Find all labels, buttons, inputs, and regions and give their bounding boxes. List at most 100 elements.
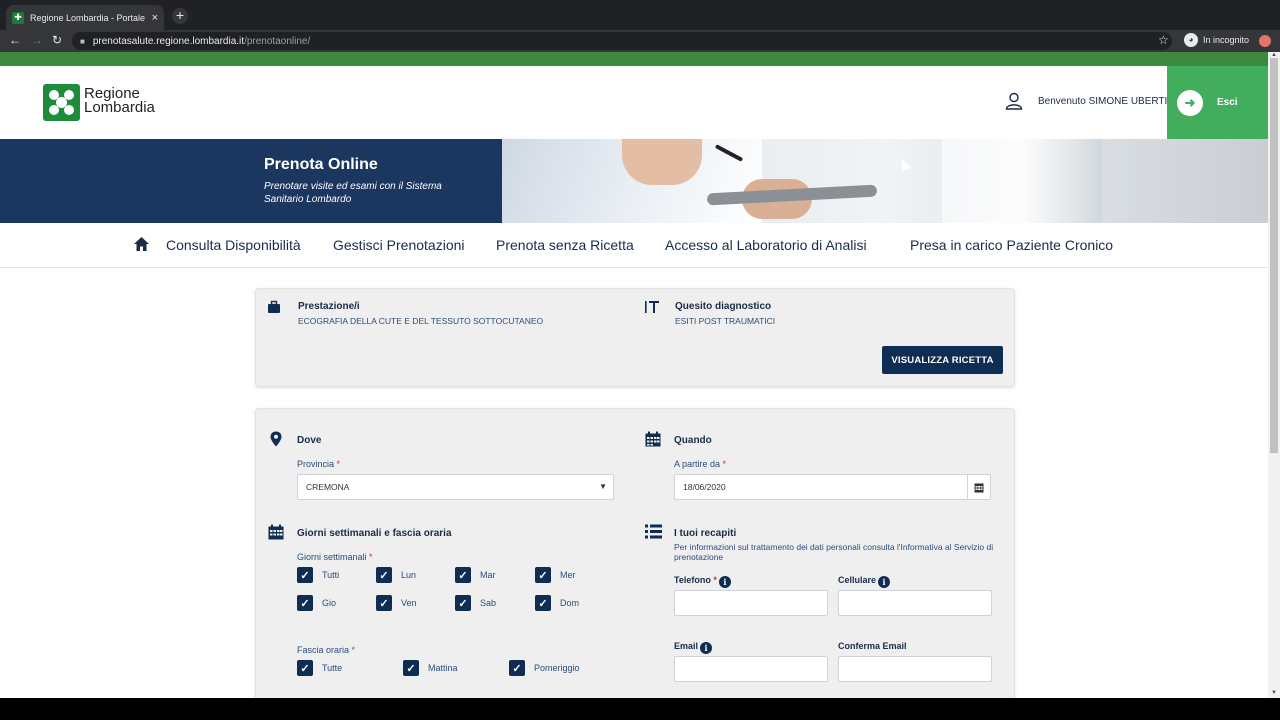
back-arrow-icon[interactable]: ←	[9, 33, 21, 47]
check-icon: ✓	[455, 595, 471, 611]
privacy-notice[interactable]: Per informazioni sul trattamento dei dat…	[674, 542, 994, 562]
checkbox-mar[interactable]: ✓ Mar	[455, 567, 496, 583]
checkbox-gio[interactable]: ✓ Gio	[297, 595, 336, 611]
browser-tab[interactable]: ✚ Regione Lombardia - Portale Prenota On…	[6, 5, 164, 30]
calendar-week-icon	[268, 524, 284, 540]
check-icon: ✓	[376, 595, 392, 611]
check-icon: ✓	[297, 660, 313, 676]
checkbox-mattina[interactable]: ✓ Mattina	[403, 660, 458, 676]
email-input[interactable]	[674, 656, 828, 682]
info-icon[interactable]: i	[700, 642, 713, 654]
calendar-small-icon	[974, 483, 984, 492]
quesito-title: Quesito diagnostico	[675, 301, 772, 312]
incognito-icon: ◕	[1184, 33, 1198, 47]
conferma-email-label: Conferma Email	[838, 641, 907, 651]
check-icon: ✓	[376, 567, 392, 583]
info-icon[interactable]: i	[718, 576, 731, 588]
scrollbar-thumb[interactable]	[1270, 58, 1278, 453]
fascia-label: Fascia oraria *	[297, 645, 356, 655]
logout-label: Esci	[1217, 97, 1238, 108]
briefcase-icon	[268, 300, 280, 313]
home-icon[interactable]	[133, 236, 150, 252]
page-viewport: Regione Lombardia Benvenuto SIMONE UBERT…	[0, 52, 1268, 698]
logout-icon: ➜	[1177, 89, 1203, 116]
datepicker-button[interactable]	[967, 475, 990, 499]
email-label: Email i	[674, 641, 713, 654]
prestazione-title: Prestazione/i	[298, 301, 360, 312]
page-scrollbar[interactable]: ▲ ▼	[1268, 52, 1280, 698]
banner-text-panel: Prenota Online Prenotare visite ed esami…	[0, 139, 502, 223]
checkbox-tutte[interactable]: ✓ Tutte	[297, 660, 342, 676]
checkbox-mer[interactable]: ✓ Mer	[535, 567, 576, 583]
checkbox-tutti[interactable]: ✓ Tutti	[297, 567, 339, 583]
nav-accesso-laboratorio[interactable]: Accesso al Laboratorio di Analisi	[665, 237, 867, 253]
check-icon: ✓	[297, 595, 313, 611]
url-path: /prenotaonline/	[244, 35, 311, 47]
check-icon: ✓	[403, 660, 419, 676]
logout-button[interactable]: ➜ Esci	[1167, 66, 1268, 139]
prestazione-value: ECOGRAFIA DELLA CUTE E DEL TESSUTO SOTTO…	[298, 316, 544, 326]
checkbox-ven[interactable]: ✓ Ven	[376, 595, 417, 611]
check-icon: ✓	[535, 595, 551, 611]
tab-title: Regione Lombardia - Portale Prenota Onli…	[29, 12, 148, 23]
checkbox-pomeriggio[interactable]: ✓ Pomeriggio	[509, 660, 580, 676]
close-tab-icon[interactable]: ×	[152, 12, 158, 24]
provincia-label: Provincia *	[297, 459, 341, 469]
check-icon: ✓	[509, 660, 525, 676]
info-icon[interactable]: i	[878, 576, 891, 588]
list-icon	[645, 524, 662, 539]
chevron-down-icon: ▼	[599, 482, 607, 491]
checkbox-lun[interactable]: ✓ Lun	[376, 567, 416, 583]
banner-doctor-image	[502, 139, 1268, 223]
visualizza-ricetta-button[interactable]: VISUALIZZA RICETTA	[882, 346, 1003, 374]
telefono-label: Telefono * i	[674, 575, 731, 588]
checkbox-dom[interactable]: ✓ Dom	[535, 595, 579, 611]
scroll-down-icon[interactable]: ▼	[1270, 690, 1278, 696]
url-host: prenotasalute.regione.lombardia.it	[92, 35, 245, 47]
nav-prenota-senza-ricetta[interactable]: Prenota senza Ricetta	[496, 237, 634, 253]
nav-gestisci-prenotazioni[interactable]: Gestisci Prenotazioni	[333, 237, 465, 253]
main-content: Prestazione/i ECOGRAFIA DELLA CUTE E DEL…	[0, 268, 1268, 698]
dove-title: Dove	[297, 435, 322, 446]
quesito-value: ESITI POST TRAUMATICI	[675, 316, 776, 326]
check-icon: ✓	[297, 567, 313, 583]
banner-title: Prenota Online	[264, 156, 378, 173]
nav-paziente-cronico[interactable]: Presa in carico Paziente Cronico	[910, 237, 1113, 253]
logo-line2: Lombardia	[84, 99, 155, 116]
cellulare-label: Cellulare i	[838, 575, 891, 588]
check-icon: ✓	[455, 567, 471, 583]
a-partire-label: A partire da *	[674, 459, 727, 469]
forward-arrow-icon[interactable]: →	[31, 33, 43, 47]
provincia-value: CREMONA	[306, 482, 350, 492]
text-format-icon	[645, 301, 659, 313]
profile-avatar[interactable]	[1259, 35, 1271, 47]
cellulare-input[interactable]	[838, 590, 992, 616]
browser-tab-bar: ✚ Regione Lombardia - Portale Prenota On…	[0, 0, 1280, 30]
prescription-card: Prestazione/i ECOGRAFIA DELLA CUTE E DEL…	[255, 288, 1015, 387]
nav-consulta-disponibilita[interactable]: Consulta Disponibilità	[166, 237, 301, 253]
giorni-label: Giorni settimanali *	[297, 552, 373, 562]
checkbox-sab[interactable]: ✓ Sab	[455, 595, 496, 611]
search-form-card: Dove Provincia * CREMONA ▼ Quando A part…	[255, 408, 1015, 698]
regione-lombardia-logo-icon[interactable]	[43, 84, 80, 121]
conferma-email-input[interactable]	[838, 656, 992, 682]
quando-title: Quando	[674, 435, 712, 446]
bookmark-star-icon[interactable]: ☆	[1158, 33, 1169, 47]
site-header: Regione Lombardia Benvenuto SIMONE UBERT…	[0, 66, 1268, 139]
date-value: 18/06/2020	[683, 482, 726, 492]
calendar-icon	[645, 431, 661, 447]
check-icon: ✓	[535, 567, 551, 583]
main-navigation: Consulta Disponibilità Gestisci Prenotaz…	[0, 223, 1268, 268]
provincia-select[interactable]: CREMONA ▼	[297, 474, 614, 500]
welcome-user-text: Benvenuto SIMONE UBERTI	[1038, 96, 1168, 107]
reload-icon[interactable]: ↻	[52, 33, 62, 47]
recapiti-title: I tuoi recapiti	[674, 528, 737, 539]
telefono-input[interactable]	[674, 590, 828, 616]
address-bar[interactable]: ■ prenotasalute.regione.lombardia.it/pre…	[72, 32, 1172, 50]
incognito-indicator[interactable]: ◕ In incognito	[1184, 33, 1249, 47]
date-input[interactable]: 18/06/2020	[674, 474, 991, 500]
logo-text[interactable]: Regione Lombardia	[84, 86, 155, 116]
location-pin-icon	[270, 431, 282, 447]
brand-strip	[0, 52, 1268, 66]
new-tab-button[interactable]: +	[172, 8, 188, 24]
